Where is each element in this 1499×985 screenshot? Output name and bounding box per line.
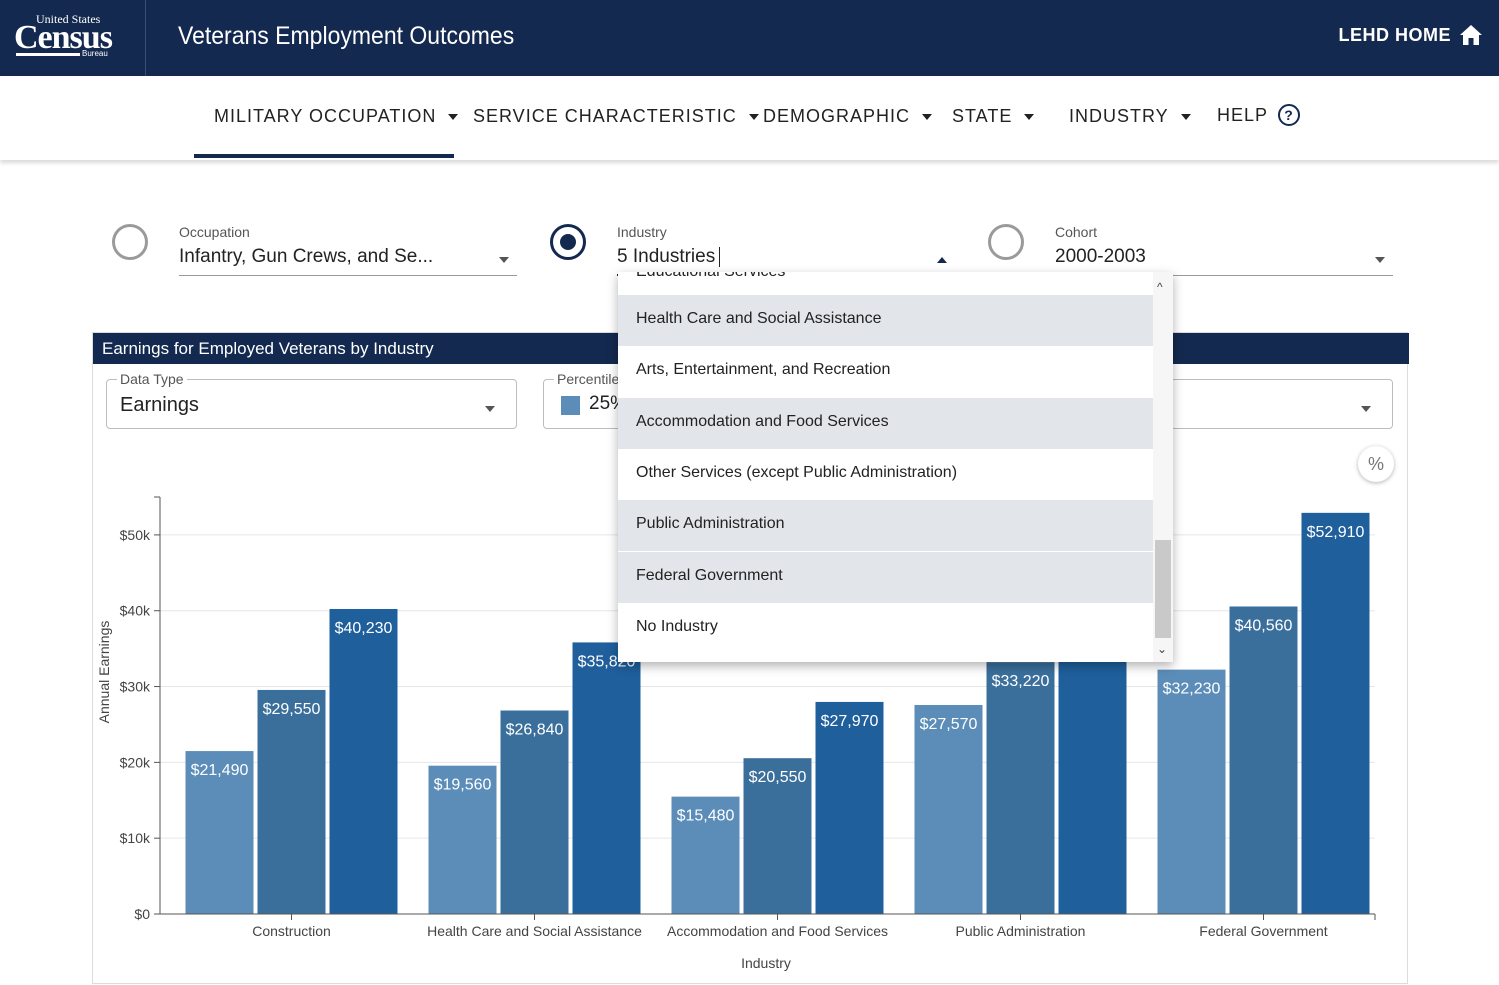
header-divider	[145, 0, 146, 76]
chevron-down-icon	[448, 113, 459, 120]
industry-select[interactable]: Industry 5 Industries	[617, 224, 955, 276]
dropdown-option[interactable]: Health Care and Social Assistance	[618, 295, 1153, 346]
industry-radio[interactable]	[550, 224, 586, 260]
help-icon: ?	[1278, 104, 1301, 126]
nav-label: MILITARY OCCUPATION	[214, 106, 437, 126]
occupation-radio[interactable]	[112, 224, 148, 260]
chevron-down-icon	[1024, 113, 1035, 120]
percentile-label: Percentile	[554, 371, 623, 387]
lehd-home-link[interactable]: LEHD HOME	[1339, 24, 1484, 46]
industry-label: Industry	[617, 224, 667, 240]
chevron-up-icon[interactable]: ^	[1157, 280, 1163, 294]
nav-help[interactable]: HELP?	[1217, 104, 1301, 126]
lehd-home-label: LEHD HOME	[1338, 24, 1451, 45]
dropdown-option[interactable]: Other Services (except Public Administra…	[618, 449, 1153, 500]
dropdown-option[interactable]: Federal Government	[618, 551, 1153, 603]
cohort-label: Cohort	[1055, 224, 1098, 240]
nav-service-characteristic[interactable]: SERVICE CHARACTERISTIC	[473, 106, 759, 127]
nav-industry[interactable]: INDUSTRY	[1069, 106, 1191, 127]
industry-value-text: 5 Industries	[617, 246, 716, 267]
industry-dropdown-list: Educational Services Health Care and Soc…	[618, 272, 1173, 662]
logo-bottom-text: Bureau	[82, 49, 108, 58]
dropdown-option[interactable]: No Industry	[618, 603, 1153, 654]
percent-toggle-button[interactable]: %	[1358, 446, 1394, 482]
nav-label: HELP	[1217, 104, 1269, 125]
main-nav: MILITARY OCCUPATION SERVICE CHARACTERIST…	[0, 76, 1499, 160]
chevron-down-icon	[1361, 406, 1371, 412]
field-underline	[179, 275, 517, 276]
cohort-select[interactable]: Cohort 2000-2003	[1055, 224, 1393, 276]
chevron-down-icon	[922, 113, 933, 120]
percent-icon: %	[1367, 453, 1384, 474]
nav-label: SERVICE CHARACTERISTIC	[473, 106, 737, 126]
scrollbar-thumb[interactable]	[1155, 540, 1171, 638]
nav-military-occupation[interactable]: MILITARY OCCUPATION	[214, 106, 459, 127]
chevron-down-icon	[485, 406, 495, 412]
cohort-value: 2000-2003	[1055, 246, 1146, 267]
census-logo[interactable]: United States Census Bureau	[14, 10, 118, 64]
nav-label: DEMOGRAPHIC	[763, 106, 911, 126]
nav-label: INDUSTRY	[1069, 106, 1169, 126]
data-type-value: Earnings	[120, 394, 199, 416]
data-type-label: Data Type	[117, 371, 187, 387]
chevron-down-icon	[1375, 257, 1385, 263]
cohort-radio[interactable]	[988, 224, 1024, 260]
home-icon	[1460, 25, 1482, 45]
dropdown-option[interactable]: Accommodation and Food Services	[618, 397, 1153, 449]
dropdown-option[interactable]: Public Administration	[618, 500, 1153, 552]
dropdown-option-cut[interactable]: Educational Services	[636, 272, 785, 281]
industry-value: 5 Industries	[617, 246, 917, 268]
nav-label: STATE	[952, 106, 1013, 126]
top-header: United States Census Bureau Veterans Emp…	[0, 0, 1499, 76]
occupation-value: Infantry, Gun Crews, and Se...	[179, 246, 434, 267]
nav-demographic[interactable]: DEMOGRAPHIC	[763, 106, 933, 127]
nav-state[interactable]: STATE	[952, 106, 1035, 127]
percentile-swatch	[561, 396, 580, 415]
active-tab-indicator	[194, 154, 454, 158]
app-title: Veterans Employment Outcomes	[178, 22, 515, 50]
chevron-down-icon[interactable]: ⌄	[1157, 642, 1167, 656]
chevron-down-icon	[1180, 113, 1191, 120]
text-cursor	[719, 246, 721, 267]
chevron-down-icon	[499, 257, 509, 263]
chevron-up-icon	[937, 257, 947, 263]
dropdown-option[interactable]: Arts, Entertainment, and Recreation	[618, 346, 1153, 397]
occupation-label: Occupation	[179, 224, 250, 240]
data-type-select[interactable]: Data Type Earnings	[106, 371, 517, 429]
logo-underline	[16, 53, 80, 56]
occupation-select[interactable]: Occupation Infantry, Gun Crews, and Se..…	[179, 224, 517, 276]
chevron-down-icon	[748, 113, 759, 120]
